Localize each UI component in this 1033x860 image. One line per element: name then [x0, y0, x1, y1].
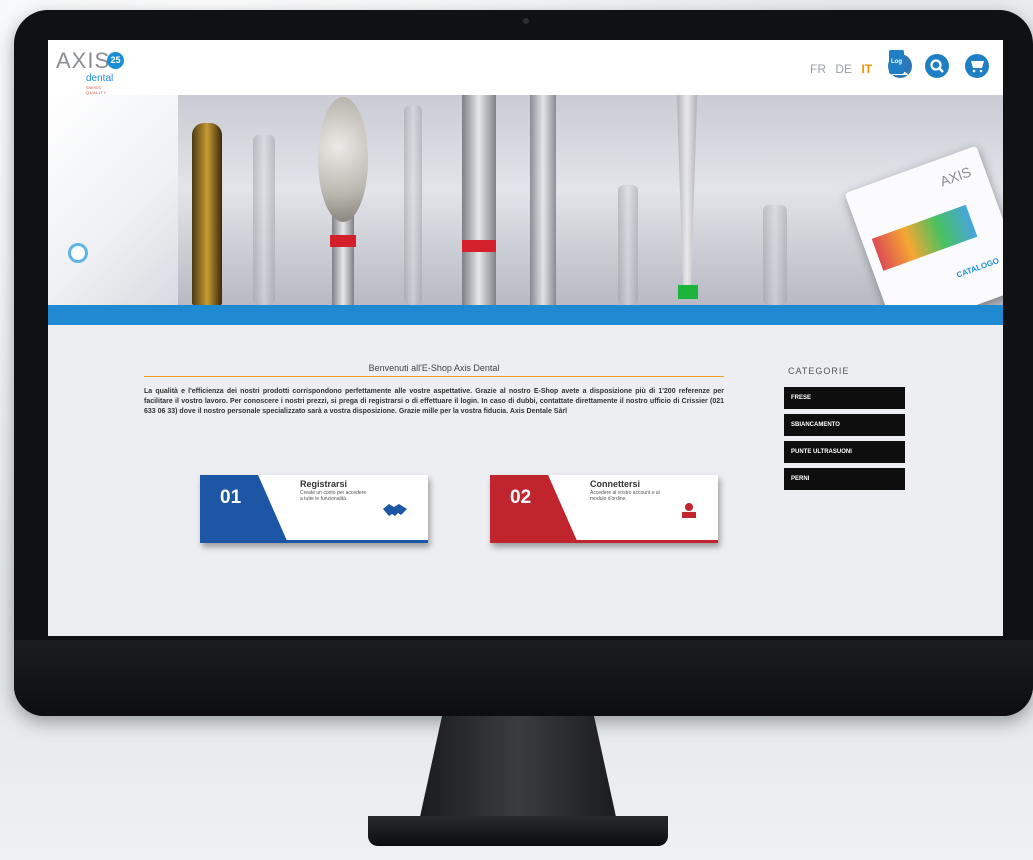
lang-de[interactable]: DE — [835, 62, 852, 76]
categories-title: CATEGORIE — [788, 366, 850, 376]
login-card[interactable]: 02 Connettersi Accedere al vostro accoun… — [490, 475, 718, 543]
header-bar: AXIS 25 dental SWISS QUALITY FR DE IT Lo… — [48, 40, 1003, 95]
search-icon[interactable] — [925, 54, 949, 78]
card-accent — [200, 540, 428, 543]
card-number: 02 — [510, 487, 532, 508]
red-band — [330, 235, 356, 247]
categories-list: FRESE SBIANCAMENTO PUNTE ULTRASUONI PERN… — [784, 387, 905, 495]
monitor-stand — [418, 716, 618, 826]
camera — [523, 18, 529, 24]
category-punte-ultrasuoni[interactable]: PUNTE ULTRASUONI — [784, 441, 905, 463]
cylinder-bur-image — [462, 95, 496, 305]
lang-it[interactable]: IT — [861, 62, 872, 76]
catalog-brand: AXIS — [937, 163, 974, 190]
welcome-text: La qualità e l'efficienza dei nostri pro… — [144, 388, 724, 415]
logo-badge: 25 — [107, 52, 124, 69]
category-frese[interactable]: FRESE — [784, 387, 905, 409]
red-band — [462, 240, 496, 252]
cone-diamond-bur-image — [676, 95, 698, 285]
logo-word: AXIS — [56, 48, 111, 73]
user-icon[interactable]: Log — [888, 50, 912, 78]
green-band — [678, 285, 698, 299]
card-number-bg — [200, 475, 288, 543]
blurred-bur — [253, 135, 275, 305]
logo-tagline: SWISS QUALITY — [86, 85, 107, 95]
card-title: Registrarsi — [300, 479, 348, 489]
blurred-bur — [404, 105, 422, 305]
blurred-bur — [618, 185, 638, 305]
blue-divider — [48, 305, 1003, 325]
gold-bur-image — [192, 123, 222, 305]
oval-diamond-bur-image — [318, 97, 368, 222]
catalog-image[interactable]: AXIS CATALOGO — [844, 145, 1003, 305]
monitor-chin — [14, 640, 1033, 716]
hero-badge-icon — [68, 243, 88, 263]
card-number: 01 — [220, 487, 242, 508]
bur-image — [530, 95, 556, 305]
card-title: Connettersi — [590, 479, 641, 489]
lang-fr[interactable]: FR — [810, 62, 826, 76]
language-switcher: FR DE IT — [810, 62, 878, 76]
handshake-icon — [382, 501, 408, 524]
screen: AXIS 25 dental SWISS QUALITY FR DE IT Lo… — [48, 40, 1003, 636]
category-perni[interactable]: PERNI — [784, 468, 905, 490]
cart-icon[interactable] — [965, 54, 989, 78]
category-sbiancamento[interactable]: SBIANCAMENTO — [784, 414, 905, 436]
catalog-label: CATALOGO — [955, 256, 1001, 280]
card-description: Accedere al vostro account e al modulo d… — [590, 490, 660, 502]
login-tag: Log — [889, 50, 904, 74]
monitor-base — [368, 816, 668, 846]
card-description: Create un conto per accedere a tutte le … — [300, 490, 367, 502]
hero-tablet — [48, 95, 178, 305]
card-number-bg — [490, 475, 578, 543]
welcome-section: Benvenuti all'E-Shop Axis Dental La qual… — [144, 363, 724, 417]
catalog-product-strip — [871, 204, 978, 271]
logo-sub: dental — [86, 73, 114, 84]
register-card[interactable]: 01 Registrarsi Create un conto per acced… — [200, 475, 428, 543]
welcome-title: Benvenuti all'E-Shop Axis Dental — [144, 363, 724, 377]
user-icon — [680, 501, 698, 524]
axis-dental-logo[interactable]: AXIS 25 dental SWISS QUALITY — [56, 48, 124, 95]
hero-banner: AXIS CATALOGO — [48, 95, 1003, 305]
blurred-bur — [763, 205, 787, 305]
card-accent — [490, 540, 718, 543]
